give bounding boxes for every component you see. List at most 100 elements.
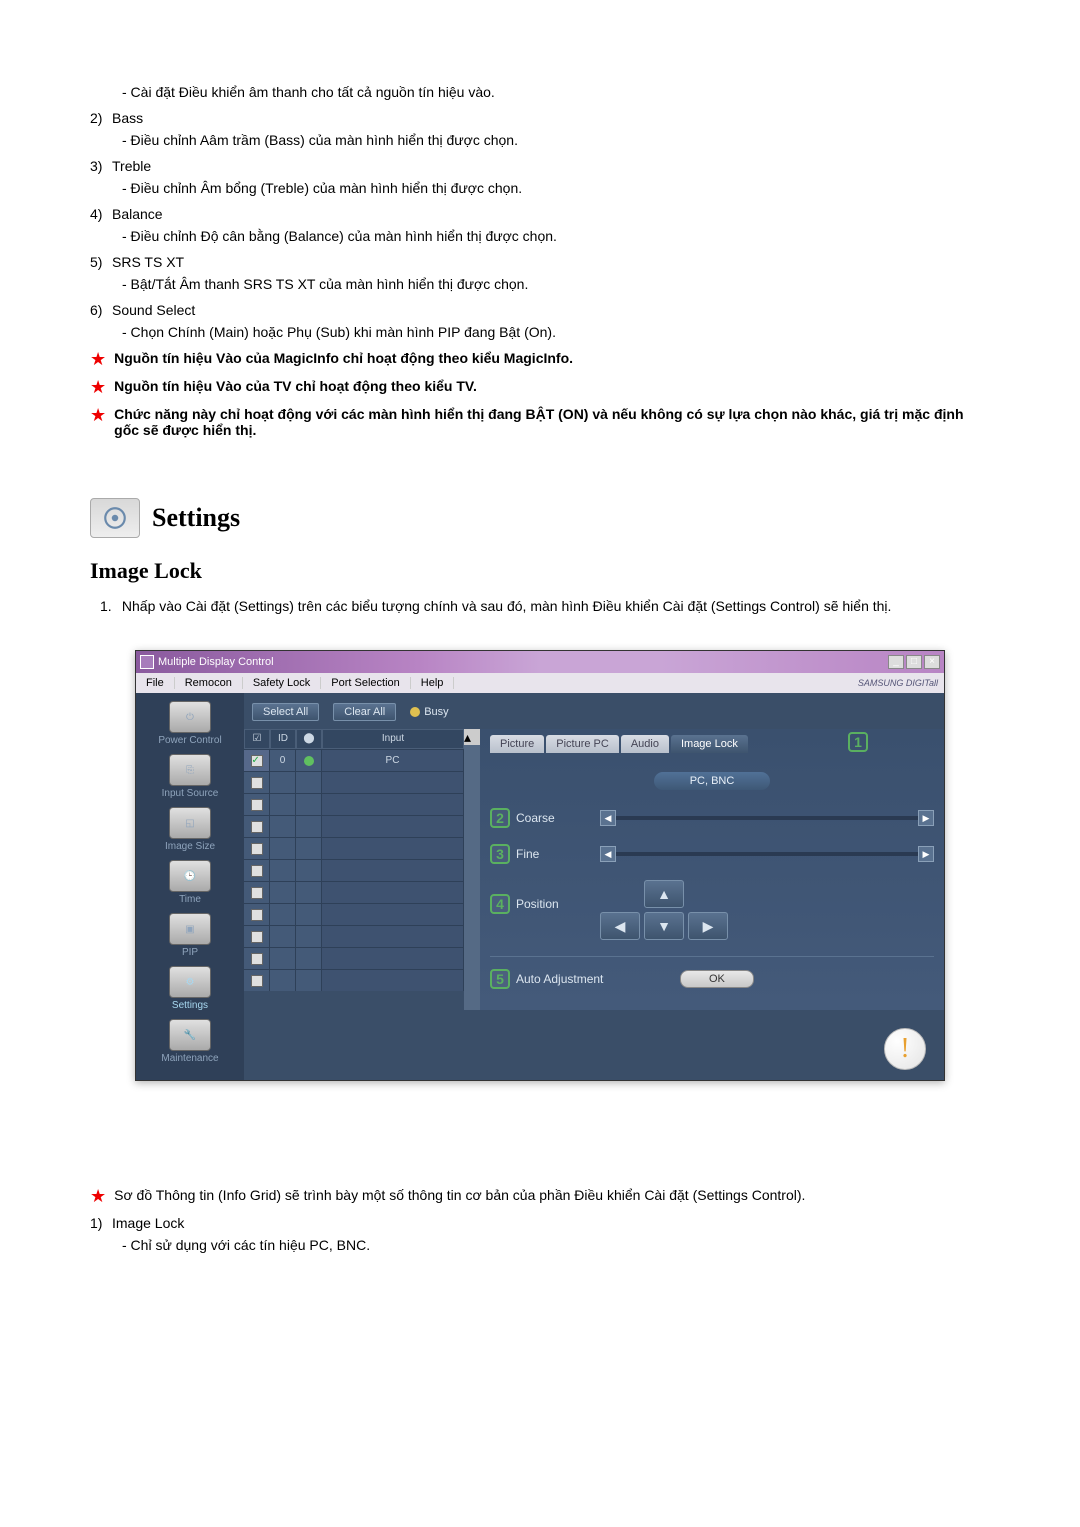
clear-all-button[interactable]: Clear All <box>333 703 396 721</box>
tab-image-lock[interactable]: Image Lock <box>671 735 748 753</box>
screenshot-window: Multiple Display Control _ □ × File Remo… <box>135 650 945 1081</box>
list-item-desc: - Điều chỉnh Âm bổng (Treble) của màn hì… <box>122 180 990 196</box>
row-checkbox[interactable] <box>251 931 263 943</box>
grid-header-check[interactable]: ☑ <box>244 729 270 749</box>
titlebar: Multiple Display Control _ □ × <box>136 651 944 673</box>
star-icon: ★ <box>90 350 106 368</box>
section-header: Settings <box>90 498 990 538</box>
list-num: 6) <box>90 302 112 318</box>
select-all-button[interactable]: Select All <box>252 703 319 721</box>
auto-label: Auto Adjustment <box>516 972 603 986</box>
row-checkbox[interactable] <box>251 821 263 833</box>
row-checkbox[interactable] <box>251 887 263 899</box>
sidebar-item-image-size[interactable]: ◱Image Size <box>140 807 240 852</box>
row-id: 0 <box>270 750 296 771</box>
sidebar-item-pip[interactable]: ▣PIP <box>140 913 240 958</box>
slider-left-button[interactable]: ◀ <box>600 810 616 826</box>
menu-help[interactable]: Help <box>411 677 455 689</box>
sidebar-label: Settings <box>140 1000 240 1011</box>
position-down-button[interactable]: ▼ <box>644 912 684 940</box>
toolbar: Select All Clear All Busy <box>244 693 944 729</box>
section-title: Settings <box>152 503 240 533</box>
list-title: Balance <box>112 206 163 222</box>
busy-label: Busy <box>424 706 448 718</box>
sidebar-item-maintenance[interactable]: 🔧Maintenance <box>140 1019 240 1064</box>
row-checkbox[interactable] <box>251 755 263 767</box>
note-text: Nguồn tín hiệu Vào của MagicInfo chỉ hoạ… <box>114 350 573 368</box>
sidebar-item-time[interactable]: 🕒Time <box>140 860 240 905</box>
menubar: File Remocon Safety Lock Port Selection … <box>136 673 944 693</box>
menu-safety-lock[interactable]: Safety Lock <box>243 677 321 689</box>
mode-pill: PC, BNC <box>654 772 771 790</box>
position-label: Position <box>516 897 559 911</box>
tab-picture-pc[interactable]: Picture PC <box>546 735 619 753</box>
row-checkbox[interactable] <box>251 865 263 877</box>
sidebar-label: Image Size <box>140 841 240 852</box>
list-title: Image Lock <box>112 1215 184 1231</box>
slider-right-button[interactable]: ▶ <box>918 846 934 862</box>
fine-label: Fine <box>516 847 539 861</box>
close-button[interactable]: × <box>924 655 940 669</box>
fine-row: 3Fine ◀▶ <box>490 844 934 864</box>
busy-dot-icon <box>410 707 420 717</box>
row-checkbox[interactable] <box>251 843 263 855</box>
coarse-slider[interactable]: ◀▶ <box>600 816 934 820</box>
fine-slider[interactable]: ◀▶ <box>600 852 934 856</box>
ok-button[interactable]: OK <box>680 970 754 988</box>
sidebar-item-settings[interactable]: ⚙Settings <box>140 966 240 1011</box>
instruction-text: Nhấp vào Cài đặt (Settings) trên các biể… <box>122 598 892 614</box>
tab-picture[interactable]: Picture <box>490 735 544 753</box>
busy-indicator: Busy <box>410 706 448 718</box>
menu-remocon[interactable]: Remocon <box>175 677 243 689</box>
list-num: 4) <box>90 206 112 222</box>
position-right-button[interactable]: ▶ <box>688 912 728 940</box>
list-item-desc: - Chỉ sử dụng với các tín hiệu PC, BNC. <box>122 1237 990 1253</box>
position-left-button[interactable]: ◀ <box>600 912 640 940</box>
grid-header-status: ⬤ <box>296 729 322 749</box>
sidebar-item-power[interactable]: ⏻Power Control <box>140 701 240 746</box>
list-num: 3) <box>90 158 112 174</box>
footer: ! <box>244 1010 944 1080</box>
scrollbar[interactable]: ▴ <box>464 729 480 1010</box>
star-icon: ★ <box>90 1187 106 1205</box>
row-checkbox[interactable] <box>251 975 263 987</box>
list-item-desc: - Cài đặt Điều khiển âm thanh cho tất cả… <box>122 84 990 100</box>
note-item: ★ Sơ đồ Thông tin (Info Grid) sẽ trình bà… <box>90 1187 990 1205</box>
list-num: 5) <box>90 254 112 270</box>
window-title: Multiple Display Control <box>158 656 274 668</box>
list-title: Treble <box>112 158 151 174</box>
note-text: Sơ đồ Thông tin (Info Grid) sẽ trình bày… <box>114 1187 805 1205</box>
menu-port-selection[interactable]: Port Selection <box>321 677 410 689</box>
app-icon <box>140 655 154 669</box>
minimize-button[interactable]: _ <box>888 655 904 669</box>
list-title: Bass <box>112 110 143 126</box>
sidebar-item-input[interactable]: ⎘Input Source <box>140 754 240 799</box>
row-checkbox[interactable] <box>251 777 263 789</box>
list-item: 3)Treble <box>90 158 990 174</box>
grid-header-input: Input <box>322 729 464 749</box>
grid-row[interactable]: 0 PC <box>244 749 464 771</box>
row-checkbox[interactable] <box>251 909 263 921</box>
row-checkbox[interactable] <box>251 799 263 811</box>
coarse-row: 2Coarse ◀▶ <box>490 808 934 828</box>
auto-adjust-row: 5 Auto Adjustment OK <box>490 956 934 989</box>
maximize-button[interactable]: □ <box>906 655 922 669</box>
note-text: Chức năng này chỉ hoạt động với các màn … <box>114 406 990 438</box>
list-item: 4)Balance <box>90 206 990 222</box>
help-icon[interactable]: ! <box>884 1028 926 1070</box>
note-item: ★ Nguồn tín hiệu Vào của MagicInfo chỉ ho… <box>90 350 990 368</box>
position-up-button[interactable]: ▲ <box>644 880 684 908</box>
tab-audio[interactable]: Audio <box>621 735 669 753</box>
coarse-label: Coarse <box>516 811 555 825</box>
scroll-thumb[interactable]: ▴ <box>464 729 480 745</box>
row-checkbox[interactable] <box>251 953 263 965</box>
slider-right-button[interactable]: ▶ <box>918 810 934 826</box>
settings-icon <box>90 498 140 538</box>
callout-1: 1 <box>848 732 868 752</box>
slider-left-button[interactable]: ◀ <box>600 846 616 862</box>
instruction-num: 1. <box>100 598 118 614</box>
menu-file[interactable]: File <box>136 677 175 689</box>
callout-5: 5 <box>490 969 510 989</box>
position-row: 4Position ▲ ◀ ▼ ▶ <box>490 880 934 940</box>
list-item: 5)SRS TS XT <box>90 254 990 270</box>
